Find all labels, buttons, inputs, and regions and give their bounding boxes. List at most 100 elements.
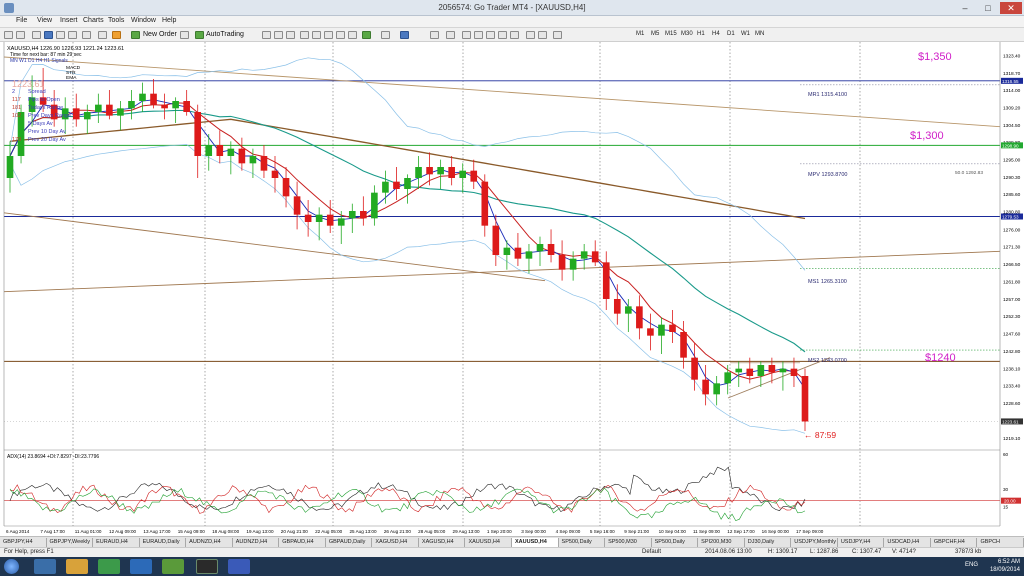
chart-tab[interactable]: GBPAUD,H4 xyxy=(279,538,326,547)
chart-tab[interactable]: XAGUSD,H4 xyxy=(419,538,466,547)
time-tick-label: 25 Aug 13:00 xyxy=(349,529,377,534)
ie-icon[interactable] xyxy=(34,559,56,574)
signals-icon[interactable] xyxy=(180,31,189,39)
chart-tab[interactable]: USDJPY,Monthly xyxy=(791,538,838,547)
timeframe-h1[interactable]: H1 xyxy=(697,31,705,37)
menu-help[interactable]: Help xyxy=(162,17,176,24)
chart-tab[interactable]: USDCAD,H4 xyxy=(884,538,931,547)
chart-tab[interactable]: GBPAUD,Daily xyxy=(326,538,373,547)
chart-tab[interactable]: GBPJPY,H4 xyxy=(0,538,47,547)
mt4-icon[interactable] xyxy=(196,559,218,574)
fibonacci-icon[interactable] xyxy=(510,31,519,39)
chart-tab[interactable]: GBPJPY,Weekly xyxy=(47,538,94,547)
system-clock[interactable]: 6:52 AM 18/09/2014 xyxy=(990,558,1020,574)
menu-file[interactable]: File xyxy=(16,17,27,24)
start-button[interactable] xyxy=(4,559,19,574)
indicators-icon[interactable] xyxy=(362,31,371,39)
panel-value-spread: 2 xyxy=(12,89,15,95)
candlestick-icon[interactable] xyxy=(274,31,283,39)
menu-tools[interactable]: Tools xyxy=(108,17,124,24)
line-chart-icon[interactable] xyxy=(286,31,295,39)
excel-icon[interactable] xyxy=(162,559,184,574)
candle-body xyxy=(426,167,433,175)
templates-icon[interactable] xyxy=(400,31,409,39)
clock-time: 6:52 AM xyxy=(997,559,1020,565)
timeframe-d1[interactable]: D1 xyxy=(727,31,735,37)
cursor-icon[interactable] xyxy=(430,31,439,39)
close-button[interactable]: ✕ xyxy=(1000,2,1022,14)
new-order-button[interactable]: New Order xyxy=(143,30,177,40)
editor-icon[interactable] xyxy=(98,31,107,39)
status-profile[interactable]: Default xyxy=(642,549,661,555)
chart-tab[interactable]: GBPCHF,H4 xyxy=(931,538,978,547)
text-icon[interactable] xyxy=(526,31,535,39)
market-watch-icon[interactable] xyxy=(32,31,41,39)
zoom-out-icon[interactable] xyxy=(312,31,321,39)
chart-tab[interactable]: DJ30,Daily xyxy=(745,538,792,547)
timeframe-w1[interactable]: W1 xyxy=(741,31,750,37)
tile-icon[interactable] xyxy=(324,31,333,39)
chart-window[interactable]: 1323.401318.701314.001309.201304.501299.… xyxy=(0,42,1024,536)
chart-shift-icon[interactable] xyxy=(348,31,357,39)
new-chart-icon[interactable] xyxy=(4,31,13,39)
price-tick-label: 1252.30 xyxy=(1003,314,1021,320)
timeframe-mn[interactable]: MN xyxy=(755,31,764,37)
zoom-in-icon[interactable] xyxy=(300,31,309,39)
candle-body xyxy=(393,181,400,189)
chart-tab[interactable]: XAUUSD,H4 xyxy=(512,538,559,547)
arrows-icon[interactable] xyxy=(553,31,562,39)
text-label-icon[interactable] xyxy=(538,31,547,39)
language-indicator[interactable]: ENG xyxy=(965,562,978,568)
timeframe-m1[interactable]: M1 xyxy=(636,31,644,37)
chart-tab[interactable]: XAGUSD,H4 xyxy=(372,538,419,547)
timeframe-m15[interactable]: M15 xyxy=(665,31,677,37)
adx-tick-label: 60 xyxy=(1003,452,1009,457)
periods-icon[interactable] xyxy=(381,31,390,39)
profiles-icon[interactable] xyxy=(16,31,25,39)
channel-icon[interactable] xyxy=(498,31,507,39)
autoscroll-icon[interactable] xyxy=(336,31,345,39)
app-icon-blue[interactable] xyxy=(228,559,250,574)
chart-tab[interactable]: SP500,M30 xyxy=(605,538,652,547)
chart-tab[interactable]: EURAUD,H4 xyxy=(93,538,140,547)
panel-label-10day: Prev 10 Day Av xyxy=(28,129,66,135)
chart-tab[interactable]: XAUUSD,H4 xyxy=(465,538,512,547)
tester-icon[interactable] xyxy=(82,31,91,39)
chart-tab[interactable]: SPI200,M30 xyxy=(698,538,745,547)
chart-tab[interactable]: EURAUD,Daily xyxy=(140,538,187,547)
price-tick-label: 1295.00 xyxy=(1003,158,1021,164)
candle-body xyxy=(735,368,743,373)
new-order-icon[interactable] xyxy=(131,31,140,39)
menu-view[interactable]: View xyxy=(37,17,52,24)
maximize-button[interactable]: □ xyxy=(977,2,999,14)
trendline-icon[interactable] xyxy=(486,31,495,39)
crosshair-icon[interactable] xyxy=(446,31,455,39)
candle-body xyxy=(6,156,14,178)
chart-tab[interactable]: USDJPY,H4 xyxy=(838,538,885,547)
timeframe-m30[interactable]: M30 xyxy=(681,31,693,37)
autotrading-icon[interactable] xyxy=(195,31,204,39)
autotrading-button[interactable]: AutoTrading xyxy=(206,30,244,40)
chart-tab[interactable]: AUDNZD,H4 xyxy=(186,538,233,547)
minimize-button[interactable]: – xyxy=(954,2,976,14)
timeframe-h4[interactable]: H4 xyxy=(712,31,720,37)
data-window-icon[interactable] xyxy=(44,31,53,39)
metaeditor-icon[interactable] xyxy=(112,31,121,39)
chrome-icon[interactable] xyxy=(98,559,120,574)
terminal-icon[interactable] xyxy=(68,31,77,39)
menu-window[interactable]: Window xyxy=(131,17,156,24)
bar-chart-icon[interactable] xyxy=(262,31,271,39)
chart-tab[interactable]: SP500,Daily xyxy=(559,538,606,547)
chart-tab[interactable]: GBPCH xyxy=(977,538,1024,547)
chart-tab[interactable]: AUDNZD,H4 xyxy=(233,538,280,547)
price-chart[interactable]: 1323.401318.701314.001309.201304.501299.… xyxy=(0,42,1024,536)
horizontal-line-icon[interactable] xyxy=(474,31,483,39)
timeframe-m5[interactable]: M5 xyxy=(651,31,659,37)
menu-charts[interactable]: Charts xyxy=(83,17,104,24)
vertical-line-icon[interactable] xyxy=(462,31,471,39)
word-icon[interactable] xyxy=(130,559,152,574)
menu-insert[interactable]: Insert xyxy=(60,17,78,24)
chart-tab[interactable]: SP500,Daily xyxy=(652,538,699,547)
navigator-icon[interactable] xyxy=(56,31,65,39)
explorer-icon[interactable] xyxy=(66,559,88,574)
